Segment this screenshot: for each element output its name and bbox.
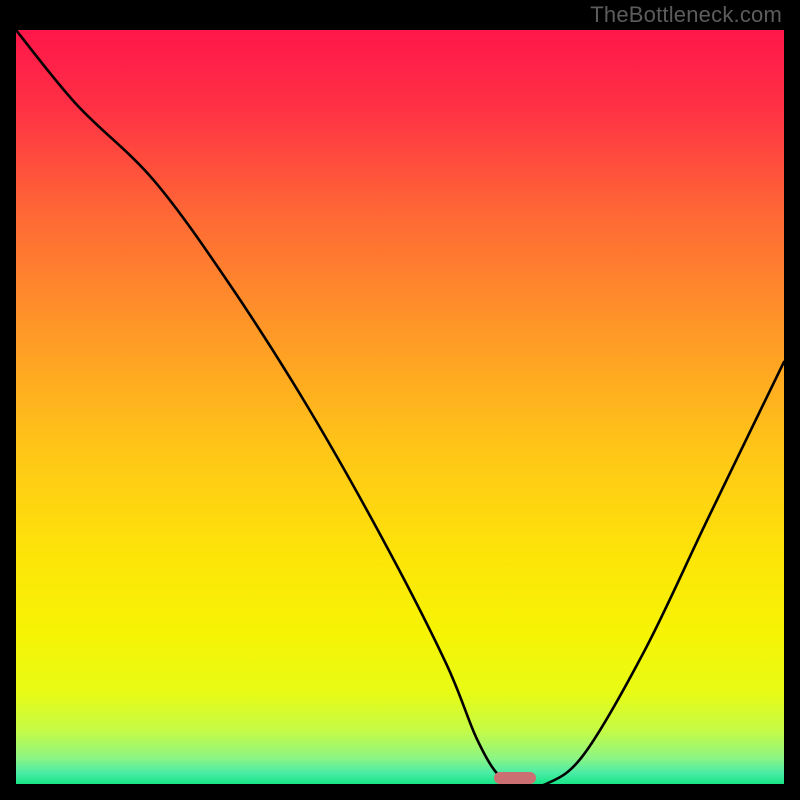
chart-frame: TheBottleneck.com xyxy=(0,0,800,800)
plot-area xyxy=(16,30,784,784)
background-gradient xyxy=(16,30,784,784)
optimal-marker xyxy=(494,772,536,784)
watermark-text: TheBottleneck.com xyxy=(590,2,782,28)
